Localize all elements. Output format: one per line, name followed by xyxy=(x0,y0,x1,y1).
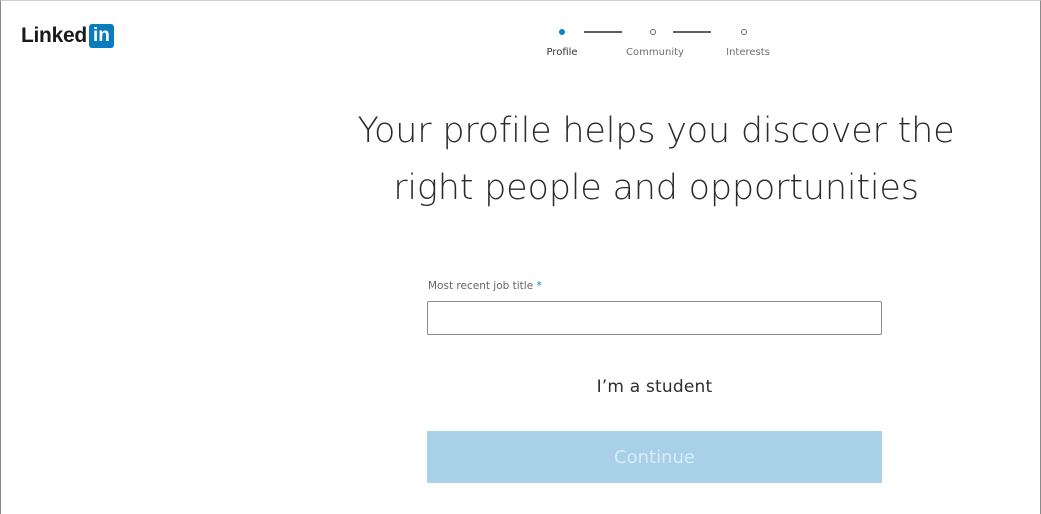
step-dot-interests xyxy=(741,29,747,35)
job-title-label-text: Most recent job title xyxy=(428,280,534,292)
continue-button[interactable]: Continue xyxy=(427,431,882,483)
step-label-community: Community xyxy=(626,47,684,58)
step-connector xyxy=(673,31,711,33)
headline-line-2: right people and opportunities xyxy=(393,168,919,208)
page-headline: Your profile helps you discover the righ… xyxy=(301,103,1011,217)
step-dot-profile xyxy=(559,29,565,35)
linkedin-logo[interactable]: Linked in xyxy=(21,24,114,48)
logo-wordmark: Linked xyxy=(21,24,87,47)
progress-stepper: Profile Community Interests xyxy=(541,25,786,65)
headline-line-1: Your profile helps you discover the xyxy=(357,111,955,151)
step-label-profile: Profile xyxy=(546,47,578,58)
required-marker: * xyxy=(536,280,542,292)
step-label-interests: Interests xyxy=(726,47,770,58)
step-connector xyxy=(584,31,622,33)
job-title-input[interactable] xyxy=(427,301,882,335)
job-title-label: Most recent job title * xyxy=(428,280,542,292)
student-link[interactable]: I’m a student xyxy=(427,377,882,397)
logo-in-box: in xyxy=(88,24,114,48)
onboarding-page: Linked in Profile Community Interests Yo… xyxy=(0,0,1041,514)
step-dot-community xyxy=(650,29,656,35)
